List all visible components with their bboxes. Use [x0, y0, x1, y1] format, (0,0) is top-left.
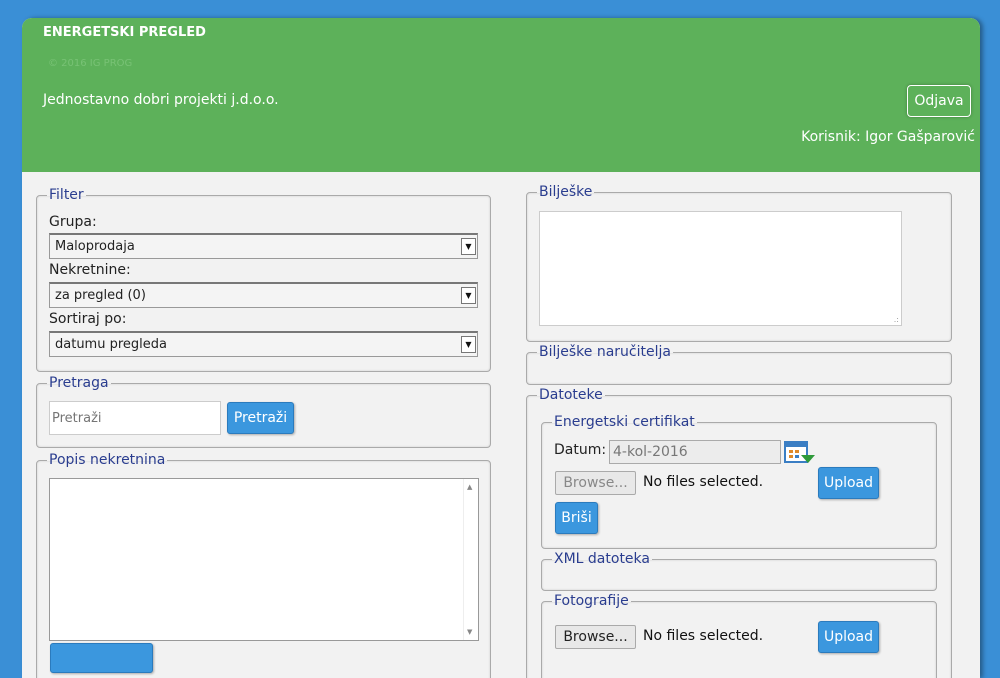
photos-browse-button[interactable]: Browse... [555, 625, 636, 649]
certificate-delete-button[interactable]: Briši [555, 502, 598, 534]
group-select-value: Maloprodaja [55, 239, 135, 254]
photos-no-files-text: No files selected. [643, 628, 764, 644]
certificate-upload-button[interactable]: Upload [818, 467, 879, 499]
property-list-legend: Popis nekretnina [49, 452, 166, 468]
property-list-action-button[interactable] [50, 643, 153, 673]
files-legend: Datoteke [539, 387, 603, 403]
photos-upload-button[interactable]: Upload [818, 621, 879, 653]
xml-fieldset: XML datoteka [541, 551, 937, 591]
group-label: Grupa: [49, 214, 97, 230]
filter-legend: Filter [49, 187, 84, 203]
property-select[interactable]: za pregled (0) ▼ [49, 282, 478, 308]
certificate-no-files-text: No files selected. [643, 474, 764, 490]
app-title: ENERGETSKI PREGLED [43, 25, 206, 40]
property-label: Nekretnine: [49, 262, 131, 278]
client-notes-fieldset: Bilješke naručitelja [526, 344, 952, 385]
scroll-up-icon[interactable]: ▲ [467, 483, 472, 491]
certificate-browse-button[interactable]: Browse... [555, 471, 636, 495]
chevron-down-icon[interactable]: ▼ [461, 336, 476, 353]
property-listbox[interactable]: ▲ ▼ [49, 478, 479, 641]
copyright-text: © 2016 IG PROG [48, 58, 133, 69]
group-select[interactable]: Maloprodaja ▼ [49, 233, 478, 259]
search-button[interactable]: Pretraži [227, 402, 294, 434]
logout-button[interactable]: Odjava [907, 85, 971, 117]
search-input[interactable] [49, 401, 221, 435]
date-label: Datum: [554, 442, 607, 458]
notes-legend: Bilješke [539, 184, 593, 200]
app-header: ENERGETSKI PREGLED © 2016 IG PROG Jednos… [22, 18, 980, 172]
chevron-down-icon[interactable]: ▼ [461, 238, 476, 255]
date-input[interactable] [609, 440, 781, 464]
user-label: Korisnik: Igor Gašparović [801, 129, 975, 145]
search-legend: Pretraga [49, 375, 109, 391]
xml-legend: XML datoteka [554, 551, 650, 567]
property-select-value: za pregled (0) [55, 288, 146, 303]
resize-grip-icon[interactable]: .: [894, 315, 899, 324]
scroll-down-icon[interactable]: ▼ [467, 628, 472, 636]
company-name: Jednostavno dobri projekti j.d.o.o. [43, 92, 279, 108]
notes-textarea[interactable]: .: [539, 211, 902, 326]
sort-select-value: datumu pregleda [55, 337, 167, 352]
client-notes-legend: Bilješke naručitelja [539, 344, 671, 360]
chevron-down-icon[interactable]: ▼ [461, 287, 476, 304]
main-card: ENERGETSKI PREGLED © 2016 IG PROG Jednos… [22, 18, 980, 678]
photos-legend: Fotografije [554, 593, 629, 609]
calendar-icon[interactable] [784, 440, 816, 466]
energy-certificate-legend: Energetski certifikat [554, 414, 695, 430]
sort-label: Sortiraj po: [49, 311, 127, 327]
sort-select[interactable]: datumu pregleda ▼ [49, 331, 478, 357]
property-list-scrollbar[interactable]: ▲ ▼ [463, 479, 478, 640]
